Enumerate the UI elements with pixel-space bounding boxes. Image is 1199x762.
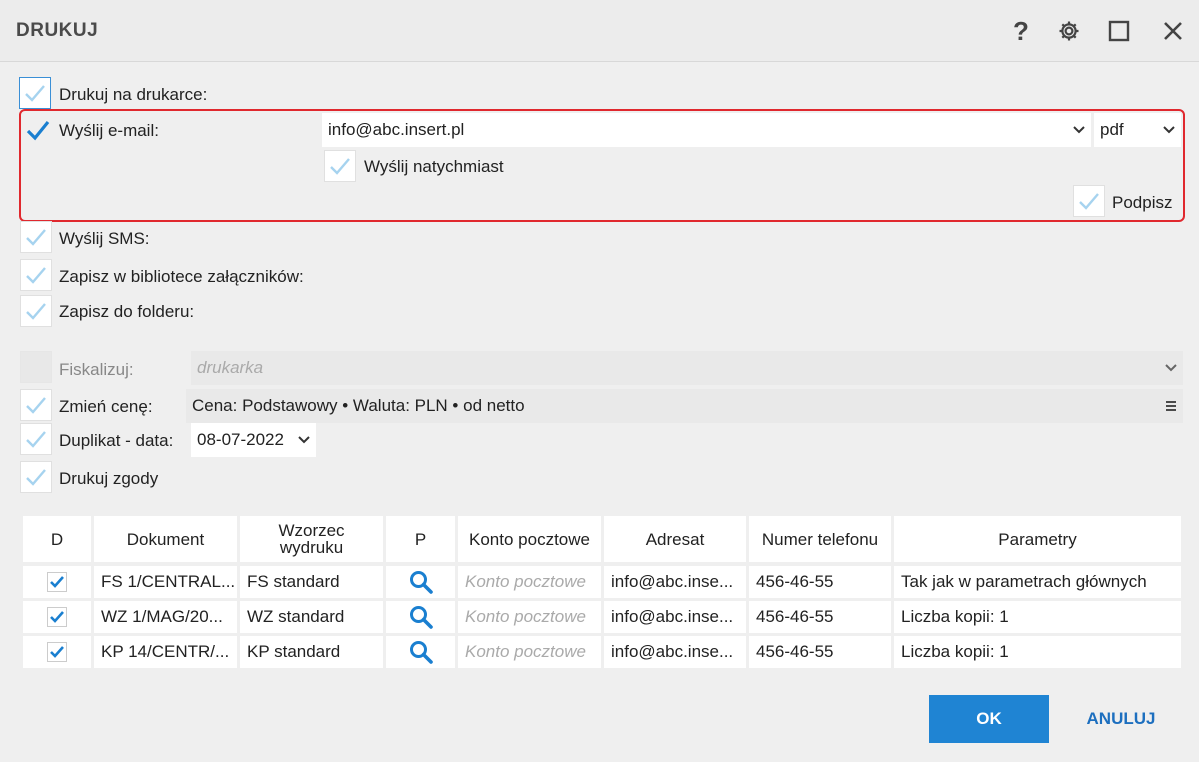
print-label: Drukuj na drukarce: xyxy=(59,85,208,104)
column-header-mailbox[interactable]: Konto pocztowe xyxy=(458,516,601,562)
consents-checkbox[interactable] xyxy=(20,461,52,493)
check-icon xyxy=(26,120,50,141)
table-cell-mailbox[interactable]: Konto pocztowe xyxy=(458,636,601,668)
table-cell-phone: 456-46-55 xyxy=(749,566,891,598)
row-checkbox[interactable] xyxy=(23,636,91,668)
checkbox[interactable] xyxy=(47,607,67,627)
duplicate-checkbox[interactable] xyxy=(20,423,52,455)
table-cell-template: FS standard xyxy=(240,566,383,598)
check-icon xyxy=(50,611,64,623)
preview-button[interactable] xyxy=(386,636,455,668)
check-icon xyxy=(26,267,46,284)
send-now-checkbox[interactable] xyxy=(324,150,356,182)
check-icon xyxy=(26,469,46,486)
duplicate-date: 08-07-2022 xyxy=(197,430,284,449)
search-icon xyxy=(409,571,433,594)
menu-icon[interactable] xyxy=(1159,400,1183,412)
column-header-p[interactable]: P xyxy=(386,516,455,562)
search-icon xyxy=(409,641,433,664)
table-cell-params: Tak jak w parametrach głównych xyxy=(894,566,1181,598)
help-icon[interactable]: ? xyxy=(1005,15,1037,47)
chevron-down-icon xyxy=(1157,125,1181,135)
table-cell-phone: 456-46-55 xyxy=(749,601,891,633)
preview-button[interactable] xyxy=(386,601,455,633)
check-icon xyxy=(50,576,64,588)
row-checkbox[interactable] xyxy=(23,601,91,633)
ok-button[interactable]: OK xyxy=(929,695,1049,743)
fiscal-label: Fiskalizuj: xyxy=(59,360,134,379)
preview-button[interactable] xyxy=(386,566,455,598)
check-icon xyxy=(50,646,64,658)
check-icon xyxy=(26,431,46,448)
sms-checkbox[interactable] xyxy=(20,221,52,253)
chevron-down-icon xyxy=(1067,125,1091,135)
check-icon xyxy=(26,303,46,320)
table-cell-mailbox[interactable]: Konto pocztowe xyxy=(458,566,601,598)
chevron-down-icon xyxy=(1159,363,1183,373)
table-cell-recipient: info@abc.inse... xyxy=(604,636,746,668)
title-bar: DRUKUJ ? xyxy=(0,0,1199,62)
maximize-icon[interactable] xyxy=(1103,15,1135,47)
search-icon xyxy=(409,606,433,629)
column-header-template[interactable]: Wzorzec wydruku xyxy=(240,516,383,562)
table-cell-document: FS 1/CENTRAL... xyxy=(94,566,237,598)
table-cell-params: Liczba kopii: 1 xyxy=(894,601,1181,633)
chevron-down-icon xyxy=(292,435,316,445)
folder-checkbox[interactable] xyxy=(20,295,52,327)
price-checkbox[interactable] xyxy=(20,389,52,421)
print-checkbox[interactable] xyxy=(19,77,51,109)
fiscal-placeholder: drukarka xyxy=(197,358,264,377)
table-cell-recipient: info@abc.inse... xyxy=(604,601,746,633)
price-value: Cena: Podstawowy • Waluta: PLN • od nett… xyxy=(192,396,525,415)
folder-label: Zapisz do folderu: xyxy=(59,302,195,321)
duplicate-date-picker[interactable]: 08-07-2022 xyxy=(191,423,316,457)
table-cell-mailbox[interactable]: Konto pocztowe xyxy=(458,601,601,633)
column-header-phone[interactable]: Numer telefonu xyxy=(749,516,891,562)
email-checkbox[interactable] xyxy=(22,114,54,146)
format-select[interactable]: pdf xyxy=(1094,113,1181,147)
close-icon[interactable] xyxy=(1157,15,1189,47)
row-checkbox[interactable] xyxy=(23,566,91,598)
fiscal-printer-select: drukarka xyxy=(191,351,1183,385)
checkbox[interactable] xyxy=(47,642,67,662)
check-icon xyxy=(330,158,350,175)
column-header-recipient[interactable]: Adresat xyxy=(604,516,746,562)
check-icon xyxy=(26,229,46,246)
checkbox[interactable] xyxy=(47,572,67,592)
window-title: DRUKUJ xyxy=(16,20,99,41)
table-cell-recipient: info@abc.inse... xyxy=(604,566,746,598)
column-header-document[interactable]: Dokument xyxy=(94,516,237,562)
table-cell-params: Liczba kopii: 1 xyxy=(894,636,1181,668)
check-icon xyxy=(25,85,45,102)
table-cell-document: KP 14/CENTR/... xyxy=(94,636,237,668)
consents-label: Drukuj zgody xyxy=(59,469,159,488)
price-label: Zmień cenę: xyxy=(59,397,153,416)
table-cell-document: WZ 1/MAG/20... xyxy=(94,601,237,633)
email-label: Wyślij e-mail: xyxy=(59,121,159,140)
gear-icon[interactable] xyxy=(1053,15,1085,47)
signature-checkbox[interactable] xyxy=(1073,185,1105,217)
fiscal-checkbox xyxy=(20,351,52,383)
table-cell-phone: 456-46-55 xyxy=(749,636,891,668)
column-header-template-line2: wydruku xyxy=(279,538,344,557)
format-value: pdf xyxy=(1100,120,1124,139)
email-value: info@abc.insert.pl xyxy=(328,120,465,139)
column-header-template-line1: Wzorzec xyxy=(278,521,345,540)
send-now-label: Wyślij natychmiast xyxy=(364,157,504,176)
signature-label: Podpisz xyxy=(1112,193,1173,212)
check-icon xyxy=(1079,193,1099,210)
sms-label: Wyślij SMS: xyxy=(59,229,150,248)
cancel-button[interactable]: ANULUJ xyxy=(1075,695,1167,743)
email-select[interactable]: info@abc.insert.pl xyxy=(322,113,1091,147)
table-cell-template: WZ standard xyxy=(240,601,383,633)
library-label: Zapisz w bibliotece załączników: xyxy=(59,267,304,286)
column-header-d[interactable]: D xyxy=(23,516,91,562)
duplicate-label: Duplikat - data: xyxy=(59,431,174,450)
check-icon xyxy=(26,397,46,414)
price-field[interactable]: Cena: Podstawowy • Waluta: PLN • od nett… xyxy=(186,389,1183,423)
column-header-params[interactable]: Parametry xyxy=(894,516,1181,562)
library-checkbox[interactable] xyxy=(20,259,52,291)
table-cell-template: KP standard xyxy=(240,636,383,668)
